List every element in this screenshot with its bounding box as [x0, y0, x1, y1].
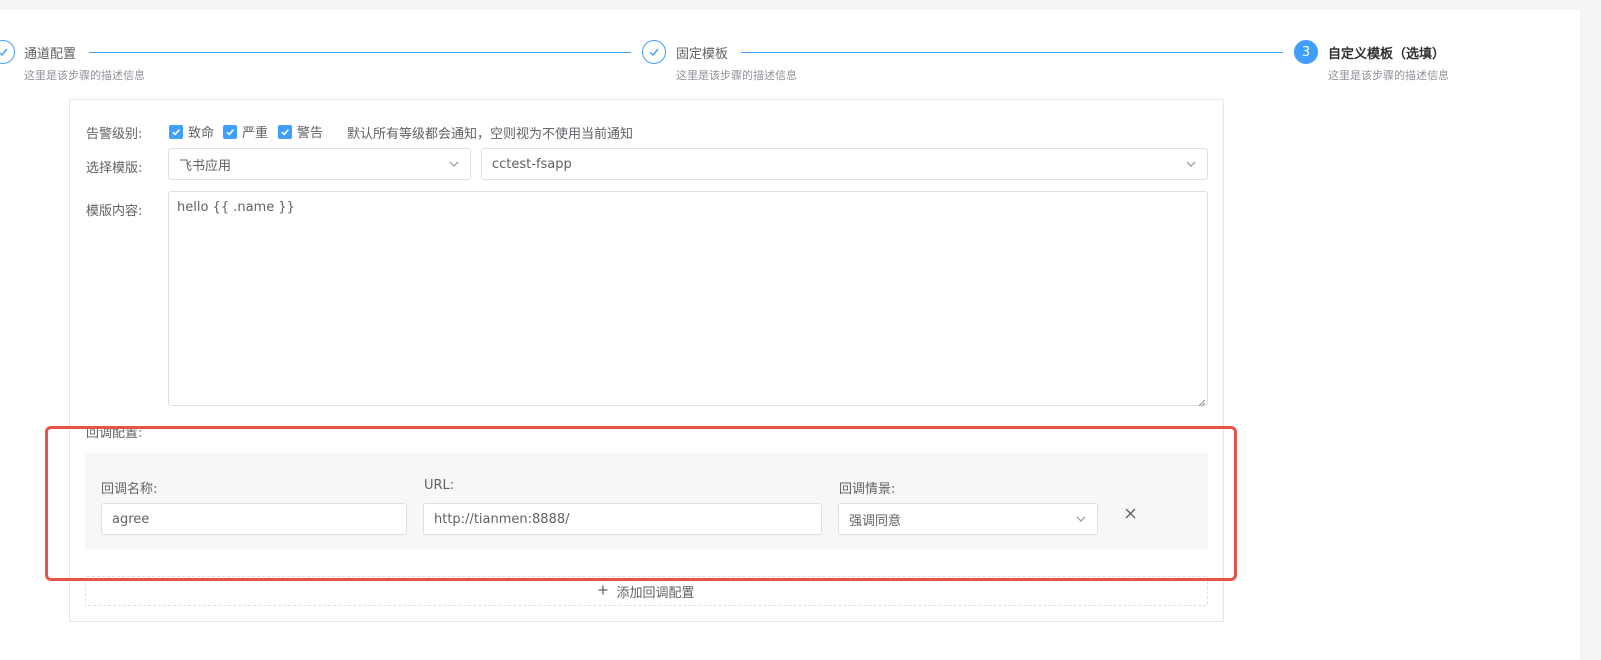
add-callback-label: 添加回调配置 [616, 585, 695, 601]
template-app-value: cctest-fsapp [492, 156, 572, 172]
callback-name-label: 回调名称: [101, 482, 158, 497]
step-2-connector [741, 52, 1283, 53]
template-type-value: 飞书应用 [179, 158, 232, 174]
template-content-value: hello {{ .name }} [177, 200, 295, 215]
plus-icon [598, 584, 608, 599]
step-2-title: 固定模板 [676, 47, 729, 62]
step-3-title: 自定义模板（选填） [1328, 47, 1446, 62]
alert-level-label: 告警级别: [86, 127, 143, 142]
checkbox-check-icon [223, 124, 237, 139]
checkbox-check-icon [278, 124, 292, 139]
chevron-down-icon [448, 158, 460, 170]
callback-scenario-select[interactable]: 强调同意 [838, 503, 1098, 535]
callback-url-input[interactable]: http://tianmen:8888/ [423, 503, 822, 535]
step-3-number: 3 [1294, 40, 1318, 64]
chevron-down-icon [1075, 513, 1087, 525]
template-app-select[interactable]: cctest-fsapp [481, 148, 1208, 180]
template-content-textarea[interactable]: hello {{ .name }} [168, 191, 1208, 407]
template-content-label: 模版内容: [86, 204, 143, 219]
callback-scenario-value: 强调同意 [849, 513, 902, 529]
resize-grip-icon[interactable] [1198, 396, 1206, 407]
checkbox-fatal-label: 致命 [188, 126, 215, 141]
callback-item-panel [85, 453, 1208, 550]
right-gutter [1580, 0, 1601, 660]
top-strip [0, 0, 1601, 10]
step-2-check-icon [642, 40, 666, 64]
callback-url-value: http://tianmen:8888/ [434, 511, 570, 527]
close-icon[interactable] [1122, 505, 1138, 521]
template-select-label: 选择模版: [86, 161, 143, 176]
checkbox-warning-label: 警告 [297, 126, 324, 141]
checkbox-fatal[interactable]: 致命 [169, 122, 214, 141]
callback-url-label: URL: [424, 478, 455, 493]
step-2-desc: 这里是该步骤的描述信息 [676, 69, 797, 82]
checkbox-severe[interactable]: 严重 [223, 122, 268, 141]
checkbox-check-icon [169, 124, 183, 139]
chevron-down-icon [1185, 158, 1197, 170]
callback-name-input[interactable]: agree [101, 503, 407, 535]
callback-config-label: 回调配置: [86, 426, 143, 441]
step-3-desc: 这里是该步骤的描述信息 [1328, 69, 1449, 82]
template-type-select[interactable]: 飞书应用 [168, 148, 471, 180]
add-callback-button[interactable]: 添加回调配置 [85, 576, 1208, 606]
callback-scenario-label: 回调情景: [839, 482, 896, 497]
checkbox-warning[interactable]: 警告 [278, 122, 323, 141]
checkbox-severe-label: 严重 [242, 126, 269, 141]
alert-level-hint: 默认所有等级都会通知，空则视为不使用当前通知 [347, 127, 634, 142]
step-1-title: 通道配置 [24, 47, 77, 62]
step-1-connector [89, 52, 631, 53]
callback-name-value: agree [112, 511, 150, 527]
step-1-desc: 这里是该步骤的描述信息 [24, 69, 145, 82]
